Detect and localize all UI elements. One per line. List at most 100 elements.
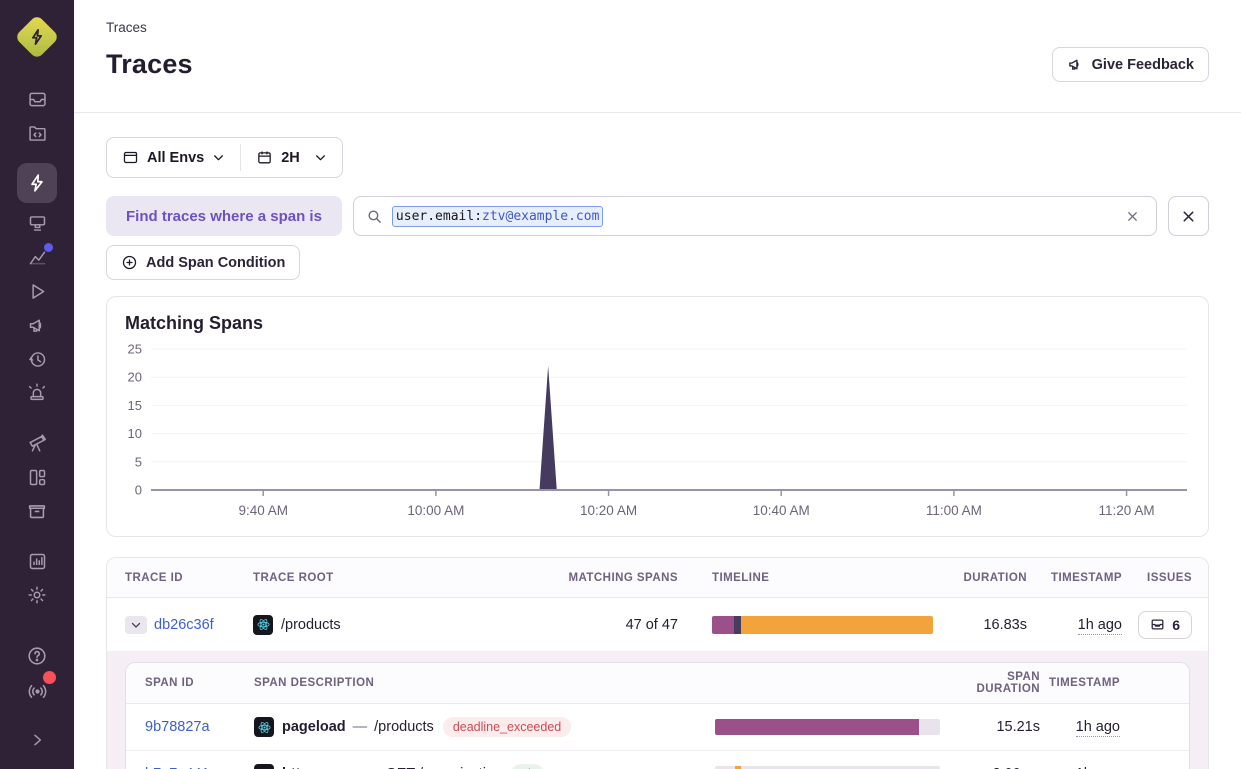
svg-text:5: 5 — [135, 454, 142, 469]
svg-text:11:20 AM: 11:20 AM — [1099, 503, 1155, 518]
sidebar-item-history[interactable] — [17, 342, 57, 376]
gear-icon — [26, 584, 48, 606]
give-feedback-button[interactable]: Give Feedback — [1052, 47, 1209, 82]
time-range-label: 2H — [281, 150, 300, 166]
telescope-icon — [26, 432, 48, 454]
sidebar-item-whats-new[interactable] — [17, 673, 57, 707]
react-platform-icon — [253, 615, 273, 635]
code-project-icon — [27, 123, 48, 144]
col-duration: DURATION — [933, 572, 1027, 584]
chevron-down-icon — [314, 151, 327, 164]
trace-issues-count: 6 — [1172, 617, 1180, 633]
give-feedback-label: Give Feedback — [1092, 57, 1194, 73]
trace-id-link[interactable]: db26c36f — [154, 617, 214, 633]
main-area: Traces Traces Give Feedback All Envs 2H — [74, 0, 1241, 769]
chart-title: Matching Spans — [125, 313, 1190, 334]
add-span-condition-label: Add Span Condition — [146, 255, 285, 271]
svg-text:10:40 AM: 10:40 AM — [753, 503, 810, 518]
trace-duration: 16.83s — [933, 617, 1027, 633]
chevron-down-icon — [130, 619, 142, 631]
matching-spans-value: 47 of 47 — [555, 617, 678, 633]
help-icon — [26, 645, 48, 667]
col-span-timestamp: TIMESTAMP — [1040, 677, 1120, 689]
svg-text:11:00 AM: 11:00 AM — [926, 503, 982, 518]
whats-new-notification-dot — [43, 671, 56, 684]
matching-spans-chart[interactable]: 05101520259:40 AM10:00 AM10:20 AM10:40 A… — [125, 338, 1190, 534]
time-range-filter[interactable]: 2H — [241, 138, 342, 177]
page-header: Traces Traces Give Feedback — [74, 0, 1241, 113]
spans-table-header: SPAN ID SPAN DESCRIPTION SPAN DURATION T… — [126, 663, 1189, 704]
col-timeline: TIMELINE — [712, 572, 933, 584]
archive-box-icon — [26, 500, 48, 522]
add-span-condition-button[interactable]: Add Span Condition — [106, 245, 300, 280]
col-matching-spans: MATCHING SPANS — [555, 572, 678, 584]
where-span-label: Find traces where a span is — [106, 196, 342, 236]
sidebar-item-help[interactable] — [17, 639, 57, 673]
plus-circle-icon — [121, 254, 138, 271]
calendar-icon — [256, 149, 273, 166]
sidebar-item-traces-active[interactable] — [17, 163, 57, 203]
col-span-duration: SPAN DURATION — [940, 671, 1040, 695]
close-search-button[interactable] — [1168, 196, 1209, 236]
sidebar-item-archive[interactable] — [17, 494, 57, 528]
http-platform-icon — [254, 764, 274, 769]
collapse-trace-button[interactable] — [125, 616, 147, 634]
span-timeline-bar[interactable] — [715, 719, 940, 735]
react-platform-icon — [254, 717, 274, 737]
sidebar-item-projects[interactable] — [17, 116, 57, 150]
trace-issues-button[interactable]: 6 — [1138, 611, 1192, 639]
siren-icon — [26, 382, 48, 404]
sentry-logo[interactable] — [14, 14, 60, 60]
sidebar-item-discover[interactable] — [17, 426, 57, 460]
sidebar-item-issues[interactable] — [17, 82, 57, 116]
span-description: /products — [374, 719, 434, 735]
col-issues: ISSUES — [1122, 572, 1192, 584]
search-clear-icon[interactable] — [1121, 205, 1144, 228]
svg-text:10:00 AM: 10:00 AM — [407, 503, 464, 518]
projector-icon — [27, 213, 48, 234]
search-token-value: ztv@example.com — [482, 209, 599, 224]
trace-row: db26c36f /products 47 of 47 16.83s 1h ag… — [107, 598, 1208, 651]
environment-filter[interactable]: All Envs — [107, 138, 240, 177]
sidebar-item-metrics[interactable] — [17, 240, 57, 274]
trace-timeline-bar[interactable] — [712, 616, 933, 634]
span-duration: 15.21s — [940, 719, 1040, 735]
traces-table: TRACE ID TRACE ROOT MATCHING SPANS TIMEL… — [106, 557, 1209, 769]
metrics-notification-dot — [44, 243, 53, 252]
sidebar-item-stats[interactable] — [17, 544, 57, 578]
clock-history-icon — [27, 349, 48, 370]
traces-table-header: TRACE ID TRACE ROOT MATCHING SPANS TIMEL… — [107, 558, 1208, 598]
issues-icon — [1150, 617, 1165, 632]
spans-table: SPAN ID SPAN DESCRIPTION SPAN DURATION T… — [125, 662, 1190, 769]
col-timestamp: TIMESTAMP — [1027, 572, 1122, 584]
content: All Envs 2H Find traces where a span is … — [74, 113, 1241, 769]
trace-timestamp[interactable]: 1h ago — [1078, 617, 1122, 635]
span-id-link[interactable]: 9b78827a — [145, 719, 210, 735]
dashboard-layout-icon — [27, 467, 48, 488]
sidebar-item-replays[interactable] — [17, 206, 57, 240]
megaphone-icon — [27, 315, 48, 336]
sidebar-item-alerts[interactable] — [17, 376, 57, 410]
play-icon — [27, 281, 48, 302]
page-title: Traces — [106, 49, 193, 80]
svg-text:9:40 AM: 9:40 AM — [238, 503, 288, 518]
search-token-key: user.email: — [396, 209, 482, 224]
breadcrumb[interactable]: Traces — [106, 20, 1209, 35]
sidebar-item-user-feedback[interactable] — [17, 308, 57, 342]
svg-text:10:20 AM: 10:20 AM — [580, 503, 637, 518]
sidebar-item-releases[interactable] — [17, 274, 57, 308]
span-search-input[interactable]: user.email:ztv@example.com — [353, 196, 1157, 236]
close-icon — [1180, 208, 1197, 225]
matching-spans-panel: Matching Spans 05101520259:40 AM10:00 AM… — [106, 296, 1209, 537]
sidebar-item-dashboards[interactable] — [17, 460, 57, 494]
span-status-badge: deadline_exceeded — [443, 717, 571, 737]
span-op: pageload — [282, 719, 346, 735]
search-token[interactable]: user.email:ztv@example.com — [392, 206, 604, 227]
sidebar-item-settings[interactable] — [17, 578, 57, 612]
span-row: 9b78827a pageload — /products deadline_e… — [126, 704, 1189, 751]
filter-group: All Envs 2H — [106, 137, 343, 178]
span-timestamp[interactable]: 1h ago — [1076, 719, 1120, 737]
chevron-right-icon — [29, 732, 45, 748]
svg-text:10: 10 — [128, 426, 142, 441]
sidebar-collapse-button[interactable] — [17, 723, 57, 757]
